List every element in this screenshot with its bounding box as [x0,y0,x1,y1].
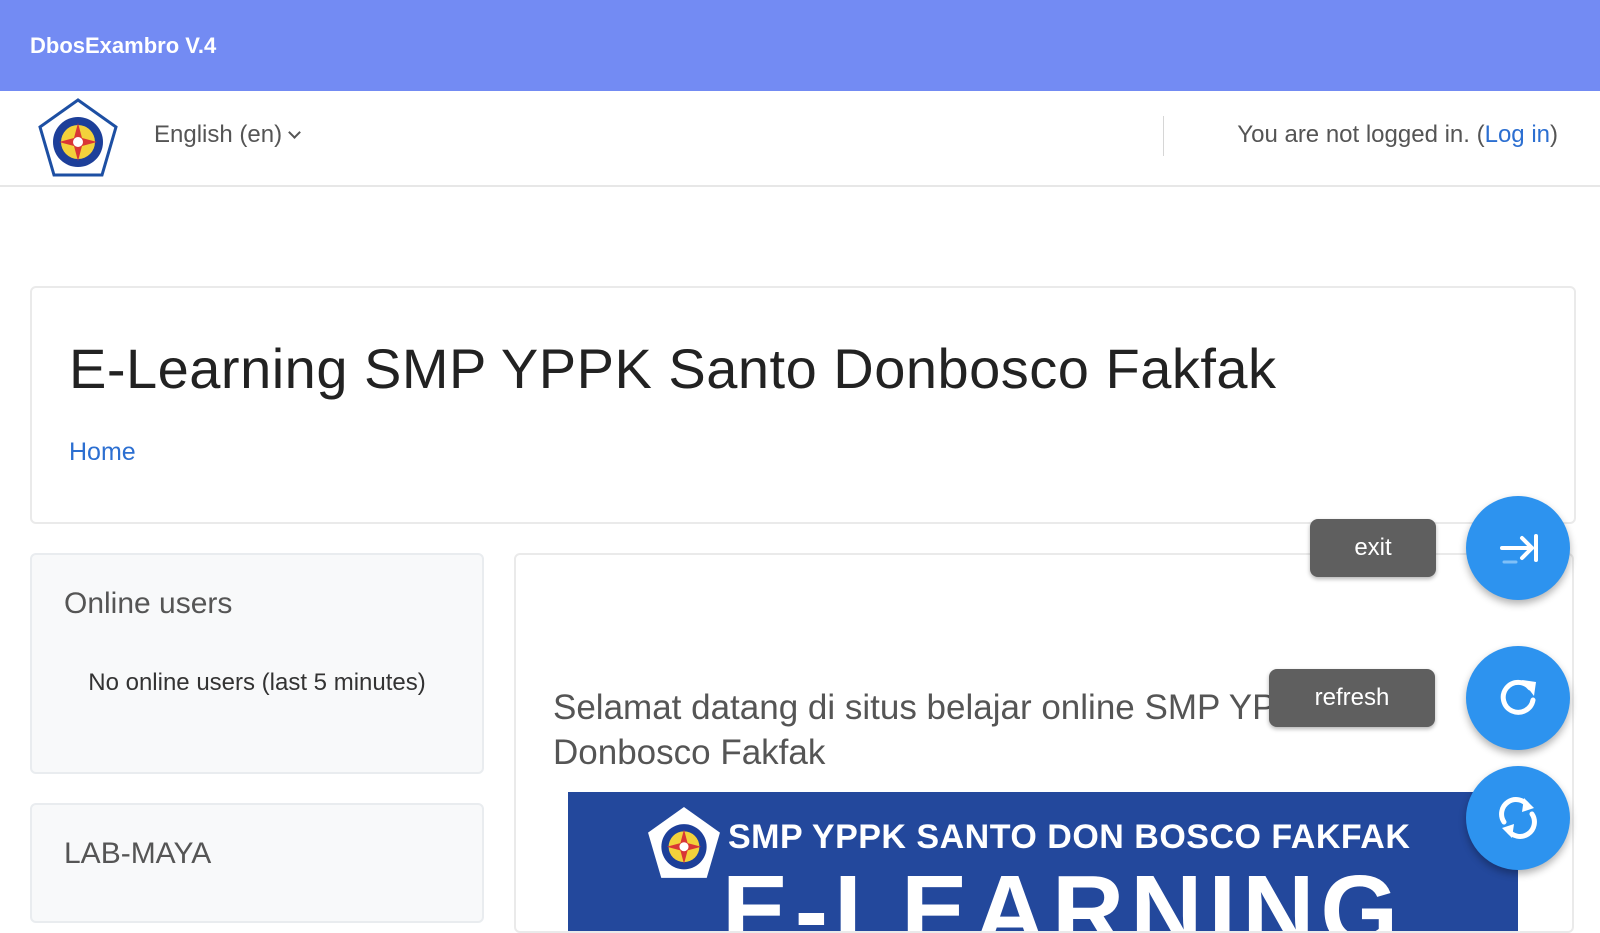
sync-button[interactable] [1466,766,1570,870]
login-link[interactable]: Log in [1485,121,1550,148]
refresh-button[interactable] [1466,646,1570,750]
exit-tooltip: exit [1310,519,1436,577]
block-title: LAB-MAYA [64,837,212,870]
page-header: E-Learning SMP YPPK Santo Donbosco Fakfa… [30,286,1576,524]
elearning-banner: SMP YPPK SANTO DON BOSCO FAKFAK E-LEARNI… [568,792,1518,933]
school-logo[interactable] [36,97,120,181]
banner-logo [648,807,720,878]
lab-maya-block: LAB-MAYA [30,803,484,923]
page-title: E-Learning SMP YPPK Santo Donbosco Fakfa… [69,337,1277,400]
login-status-text: You are not logged in. ( [1237,121,1485,148]
sync-icon [1499,797,1537,839]
banner-headline: E-LEARNING [722,855,1405,933]
language-label: English (en) [154,121,283,148]
login-status-close: ) [1550,121,1558,148]
chevron-down-icon [288,126,301,139]
app-title: DbosExambro V.4 [30,33,217,58]
navbar: English (en) You are not logged in. (Log… [0,91,1600,187]
online-users-block: Online users No online users (last 5 min… [30,553,484,774]
language-menu[interactable]: English (en) [154,121,301,149]
block-text: No online users (last 5 minutes) [88,669,426,696]
banner-school-name: SMP YPPK SANTO DON BOSCO FAKFAK [728,818,1411,856]
breadcrumb-home[interactable]: Home [69,438,136,467]
app-bar: DbosExambro V.4 [0,0,1600,91]
refresh-icon [1500,679,1536,715]
exit-button[interactable] [1466,496,1570,600]
block-title: Online users [64,587,233,620]
refresh-tooltip: refresh [1269,669,1435,727]
exit-arrow-icon [1500,534,1538,564]
main-content: Selamat datang di situs belajar online S… [514,553,1574,933]
login-info: You are not logged in. (Log in) [1237,121,1558,149]
navbar-divider [1163,116,1164,156]
